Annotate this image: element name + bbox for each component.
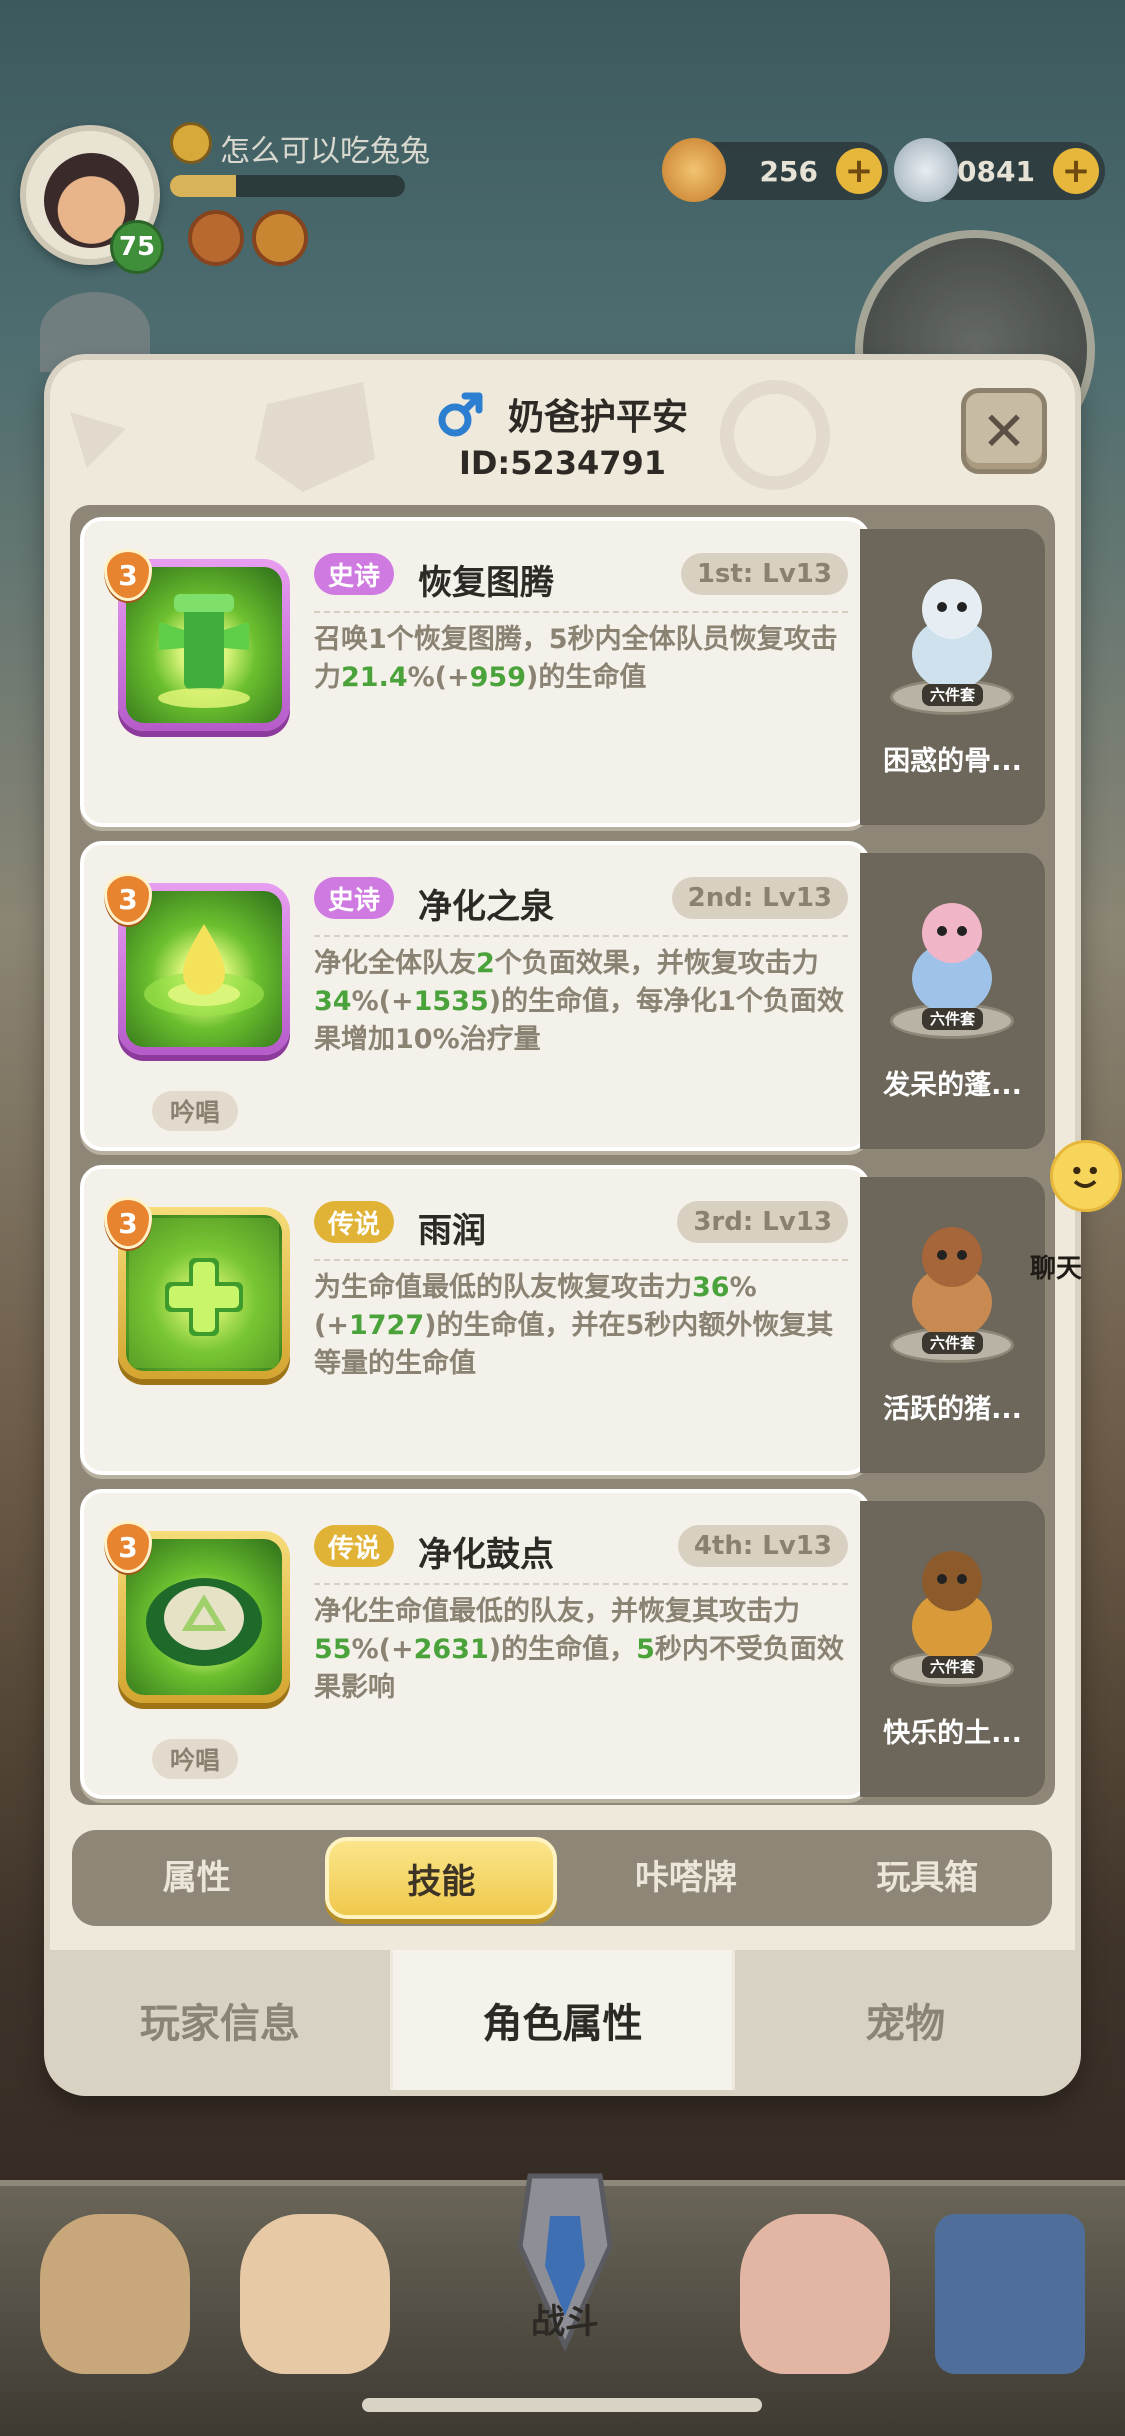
- rank-tag: 1st: Lv13: [680, 553, 848, 595]
- skill-list: 3 史诗 恢复图腾 1st: Lv13 召唤1个恢复图腾，5秒内全体队员恢复攻击力21.…: [70, 505, 1055, 1805]
- chant-tag: 吟唱: [152, 1739, 239, 1779]
- set-text: 六件套: [921, 684, 983, 706]
- skill-icon: [126, 1539, 282, 1695]
- battle-label: 战斗: [531, 2302, 599, 2342]
- player-profile-dialog: 奶爸护平安 ID:5234791 ✕ 3 史诗 恢复图腾 1st: Lv13 召唤1个恢…: [50, 360, 1075, 2090]
- shell-currency: 256 +: [662, 138, 888, 202]
- skill-description: 召唤1个恢复图腾，5秒内全体队员恢复攻击力21.4%(+959)的生命值: [314, 624, 838, 693]
- chat-button[interactable]: [1050, 1140, 1122, 1212]
- rarity-tag: 史诗: [314, 877, 395, 919]
- skill-card[interactable]: 3 史诗 恢复图腾 1st: Lv13 召唤1个恢复图腾，5秒内全体队员恢复攻击力21.…: [80, 517, 870, 827]
- pet-panel[interactable]: 六件套发呆的蓬...: [860, 853, 1045, 1149]
- dialog-player-name: 奶爸护平安: [508, 397, 689, 438]
- main-tab-1[interactable]: 角色属性: [392, 1950, 736, 2090]
- add-shell-button[interactable]: +: [836, 148, 882, 194]
- buff-icon[interactable]: [188, 210, 244, 266]
- nav-hero-2[interactable]: [240, 2214, 390, 2374]
- chat-label[interactable]: 聊天: [1030, 1248, 1082, 1285]
- skill-name: 雨润: [418, 1211, 486, 1251]
- set-text: 六件套: [921, 1332, 983, 1354]
- main-tab-2[interactable]: 宠物: [735, 1950, 1075, 2090]
- level-badge: 75: [110, 220, 164, 274]
- male-icon: [438, 392, 483, 437]
- player-id: ID:5234791: [458, 444, 667, 482]
- rank-tag: 3rd: Lv13: [677, 1201, 848, 1243]
- pet-panel[interactable]: 六件套活跃的猪...: [860, 1177, 1045, 1473]
- pet-name: 活跃的猪...: [883, 1394, 1022, 1425]
- nav-hero-1[interactable]: [40, 2214, 190, 2374]
- skill-name: 恢复图腾: [418, 563, 554, 603]
- shell-icon: [662, 138, 726, 202]
- skill-card[interactable]: 3 史诗 净化之泉 2nd: Lv13 净化全体队友2个负面效果，并恢复攻击力34%(+…: [80, 841, 870, 1151]
- skill-icon: [126, 1215, 282, 1371]
- set-label: 六件套: [860, 1656, 1045, 1678]
- set-text: 六件套: [921, 1656, 983, 1678]
- divider: [314, 935, 848, 937]
- pearl-icon: [894, 138, 958, 202]
- chant-tag: 吟唱: [152, 1091, 239, 1131]
- skill-row: 3 史诗 恢复图腾 1st: Lv13 召唤1个恢复图腾，5秒内全体队员恢复攻击力21.…: [80, 517, 1045, 837]
- pet-panel[interactable]: 六件套困惑的骨...: [860, 529, 1045, 825]
- dialog-header: 奶爸护平安 ID:5234791 ✕: [50, 360, 1075, 500]
- skill-description: 净化全体队友2个负面效果，并恢复攻击力34%(+1535)的生命值，每净化1个负…: [314, 948, 844, 1055]
- hud-player-name: 怎么可以吃兔兔: [220, 134, 430, 169]
- set-label: 六件套: [860, 684, 1045, 706]
- sub-tab-bar: 属性 技能 咔嗒牌 玩具箱: [72, 1830, 1052, 1926]
- shell-count: 256: [759, 154, 818, 188]
- rarity-tag: 传说: [314, 1525, 395, 1567]
- drum-icon: [126, 1539, 282, 1695]
- add-pearl-button[interactable]: +: [1053, 148, 1099, 194]
- skill-card[interactable]: 3 传说 净化鼓点 4th: Lv13 净化生命值最低的队友，并恢复其攻击力55%(+2…: [80, 1489, 870, 1799]
- rarity-tag: 史诗: [314, 553, 395, 595]
- rank-tag: 4th: Lv13: [677, 1525, 848, 1567]
- set-label: 六件套: [860, 1008, 1045, 1030]
- skill-row: 3 传说 净化鼓点 4th: Lv13 净化生命值最低的队友，并恢复其攻击力55%(+2…: [80, 1489, 1045, 1809]
- divider: [314, 1583, 848, 1585]
- title-icon: [170, 122, 212, 164]
- skill-name: 净化之泉: [418, 887, 554, 927]
- subtab-0[interactable]: 属性: [76, 1837, 317, 1919]
- skill-name: 净化鼓点: [418, 1535, 554, 1575]
- close-icon: ✕: [981, 399, 1027, 463]
- exp-bar-fill: [170, 175, 236, 197]
- smile-icon: [1073, 1166, 1097, 1188]
- rank-tag: 2nd: Lv13: [671, 877, 848, 919]
- set-label: 六件套: [860, 1332, 1045, 1354]
- nav-pet[interactable]: [740, 2214, 890, 2374]
- skill-description: 为生命值最低的队友恢复攻击力36%(+1727)的生命值，并在5秒内额外恢复其等…: [314, 1272, 834, 1379]
- heal-cross-icon: [126, 1215, 282, 1371]
- battle-button[interactable]: 战斗: [490, 2156, 640, 2356]
- skill-card[interactable]: 3 传说 雨润 3rd: Lv13 为生命值最低的队友恢复攻击力36%(+1727)的生…: [80, 1165, 870, 1475]
- subtab-1[interactable]: 技能: [325, 1837, 558, 1919]
- set-text: 六件套: [921, 1008, 983, 1030]
- pet-name: 快乐的土...: [883, 1718, 1022, 1749]
- close-button[interactable]: ✕: [961, 388, 1047, 474]
- nav-shop[interactable]: [935, 2214, 1085, 2374]
- subtab-2[interactable]: 咔嗒牌: [565, 1837, 806, 1919]
- skill-description: 净化生命值最低的队友，并恢复其攻击力55%(+2631)的生命值，5秒内不受负面…: [314, 1596, 844, 1703]
- skill-icon: [126, 891, 282, 1047]
- skill-icon: [126, 567, 282, 723]
- subtab-3[interactable]: 玩具箱: [807, 1837, 1048, 1919]
- rank-icon[interactable]: [252, 210, 308, 266]
- main-tab-0[interactable]: 玩家信息: [50, 1950, 393, 2090]
- pearl-currency: 20841 +: [894, 138, 1105, 202]
- pet-name: 发呆的蓬...: [883, 1070, 1022, 1101]
- home-indicator: [362, 2398, 762, 2412]
- rarity-tag: 传说: [314, 1201, 395, 1243]
- divider: [314, 1259, 848, 1261]
- skill-row: 3 传说 雨润 3rd: Lv13 为生命值最低的队友恢复攻击力36%(+1727)的生…: [80, 1165, 1045, 1485]
- skill-row: 3 史诗 净化之泉 2nd: Lv13 净化全体队友2个负面效果，并恢复攻击力34%(+…: [80, 841, 1045, 1161]
- pet-name: 困惑的骨...: [883, 746, 1022, 777]
- divider: [314, 611, 848, 613]
- main-tab-bar: 玩家信息 角色属性 宠物: [50, 1950, 1075, 2090]
- spring-drop-icon: [126, 891, 282, 1047]
- totem-icon: [126, 567, 282, 723]
- exp-bar: [170, 175, 405, 197]
- pet-panel[interactable]: 六件套快乐的土...: [860, 1501, 1045, 1797]
